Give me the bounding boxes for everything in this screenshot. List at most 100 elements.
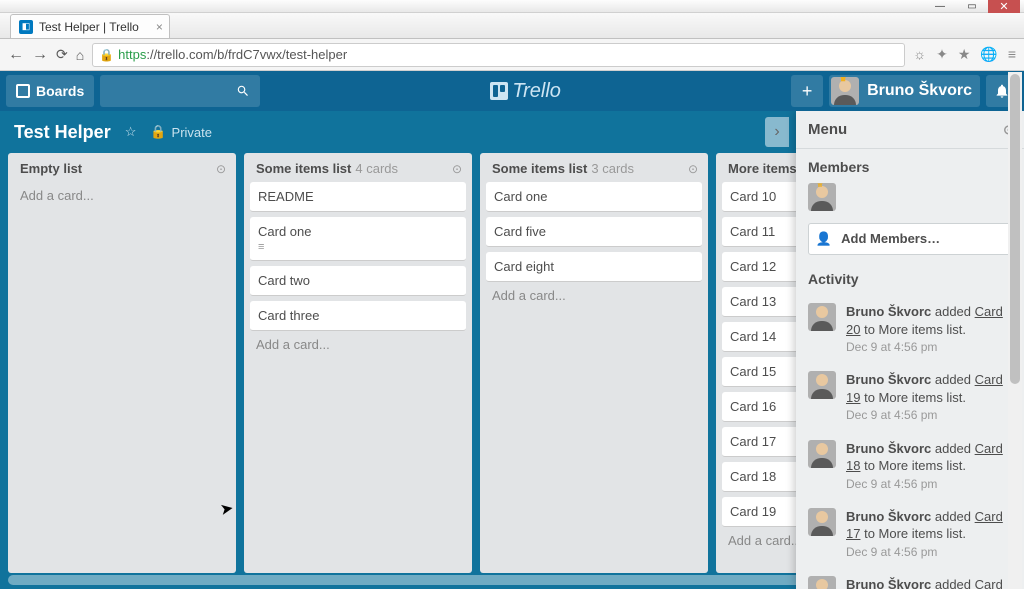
cards-container: Card one Card five Card eight — [486, 182, 702, 282]
url-bar[interactable]: 🔒 https ://trello.com/b/frdC7vwx/test-he… — [92, 43, 905, 67]
plus-icon: 👤 — [816, 231, 832, 247]
board-name[interactable]: Test Helper — [14, 122, 111, 143]
ext-translate-icon[interactable]: 🌐 — [980, 46, 997, 63]
tab-strip: ◧ Test Helper | Trello × — [0, 13, 1024, 39]
privacy-text: Private — [172, 125, 212, 140]
list-menu-icon[interactable]: ⊙ — [452, 162, 462, 176]
privacy-indicator[interactable]: 🔒 Private — [150, 124, 212, 140]
window-controls: — ▭ ✕ — [0, 0, 1024, 13]
activity-avatar[interactable] — [808, 576, 838, 589]
list-header[interactable]: Some items list 3 cards ⊙ — [486, 159, 702, 182]
card[interactable]: Card eight — [486, 252, 702, 282]
trello-favicon: ◧ — [19, 20, 33, 34]
activity-title: Activity — [808, 271, 1012, 287]
menu-body: Members ♛ 👤 Add Members… Activity Bruno … — [796, 149, 1024, 589]
extension-icons: ☼ ✦ ★ 🌐 ≡ — [913, 46, 1016, 63]
user-menu-button[interactable]: ♛ Bruno Škvorc — [829, 75, 980, 107]
list-menu-icon[interactable]: ⊙ — [216, 162, 226, 176]
list-header[interactable]: Some items list 4 cards ⊙ — [250, 159, 466, 182]
user-avatar: ♛ — [831, 77, 859, 105]
list-header[interactable]: Empty list ⊙ — [14, 159, 230, 182]
page-scrollbar-thumb[interactable] — [1010, 74, 1020, 384]
activity-time: Dec 9 at 4:56 pm — [846, 407, 1012, 423]
add-button[interactable]: + — [791, 75, 823, 107]
card[interactable]: Card three — [250, 301, 466, 331]
activity-avatar[interactable] — [808, 440, 838, 470]
nav-arrows: ← → — [8, 46, 48, 64]
activity-item: Bruno Škvorc added Card — [808, 568, 1012, 589]
maximize-button[interactable]: ▭ — [956, 0, 988, 13]
cards-container: README Card one≡ Card two Card three — [250, 182, 466, 331]
activity-item: Bruno Škvorc added Card 17 to More items… — [808, 500, 1012, 568]
browser-toolbar: ← → ⟳ ⌂ 🔒 https ://trello.com/b/frdC7vwx… — [0, 39, 1024, 71]
members-title: Members — [808, 159, 1012, 175]
boards-button[interactable]: Boards — [6, 75, 94, 107]
user-name: Bruno Škvorc — [867, 82, 972, 100]
menu-panel: Menu ⊙ Members ♛ 👤 Add Members… Activity… — [796, 111, 1024, 589]
card[interactable]: README — [250, 182, 466, 212]
tab-close-icon[interactable]: × — [156, 20, 163, 34]
card[interactable]: Card five — [486, 217, 702, 247]
activity-item: Bruno Škvorc added Card 20 to More items… — [808, 295, 1012, 363]
show-menu-button[interactable]: › — [765, 117, 789, 147]
list-count: 3 cards — [591, 161, 634, 176]
scrollbar-thumb[interactable] — [8, 575, 895, 585]
ext-icon[interactable]: ☼ — [913, 46, 926, 63]
activity-avatar[interactable] — [808, 371, 838, 401]
minimize-button[interactable]: — — [924, 0, 956, 13]
lock-icon: 🔒 — [150, 124, 166, 140]
member-avatar[interactable]: ♛ — [808, 183, 838, 213]
card[interactable]: Card two — [250, 266, 466, 296]
activity-avatar[interactable] — [808, 303, 838, 333]
list-title: Some items list — [256, 161, 351, 176]
back-button[interactable]: ← — [8, 46, 24, 64]
add-card-button[interactable]: Add a card... — [250, 331, 466, 354]
search-box[interactable] — [100, 75, 260, 107]
list-title: Some items list — [492, 161, 587, 176]
home-button[interactable]: ⌂ — [76, 47, 84, 63]
lock-icon: 🔒 — [99, 48, 114, 62]
url-path: ://trello.com/b/frdC7vwx/test-helper — [146, 47, 347, 62]
star-icon[interactable]: ☆ — [125, 124, 137, 140]
ext-icon[interactable]: ✦ — [936, 46, 948, 63]
activity-text: Bruno Škvorc added Card 20 to More items… — [846, 303, 1012, 355]
trello-logo-icon — [490, 82, 508, 100]
add-card-button[interactable]: Add a card... — [486, 282, 702, 305]
card[interactable]: Card one≡ — [250, 217, 466, 261]
activity-text: Bruno Škvorc added Card — [846, 576, 1003, 589]
menu-title: Menu — [808, 121, 847, 138]
activity-list: Bruno Škvorc added Card 20 to More items… — [808, 295, 1012, 589]
activity-text: Bruno Škvorc added Card 17 to More items… — [846, 508, 1012, 560]
forward-button[interactable]: → — [32, 46, 48, 64]
list-menu-icon[interactable]: ⊙ — [688, 162, 698, 176]
page-scrollbar[interactable] — [1008, 72, 1022, 589]
close-button[interactable]: ✕ — [988, 0, 1020, 13]
activity-card-link[interactable]: Card — [975, 577, 1003, 589]
activity-text: Bruno Škvorc added Card 19 to More items… — [846, 371, 1012, 423]
activity-text: Bruno Škvorc added Card 18 to More items… — [846, 440, 1012, 492]
trello-logo[interactable]: Trello — [266, 80, 785, 103]
activity-time: Dec 9 at 4:56 pm — [846, 544, 1012, 560]
url-protocol: https — [118, 47, 146, 62]
trello-logo-text: Trello — [512, 80, 561, 103]
boards-label: Boards — [36, 83, 84, 99]
tab-title: Test Helper | Trello — [39, 20, 139, 34]
browser-tab[interactable]: ◧ Test Helper | Trello × — [10, 14, 170, 38]
list: Empty list ⊙ Add a card... — [8, 153, 236, 573]
boards-icon — [16, 84, 30, 98]
ext-icon[interactable]: ★ — [958, 46, 971, 63]
list-title: Empty list — [20, 161, 82, 176]
chrome-menu-icon[interactable]: ≡ — [1008, 46, 1016, 63]
card[interactable]: Card one — [486, 182, 702, 212]
activity-item: Bruno Škvorc added Card 19 to More items… — [808, 363, 1012, 431]
add-card-button[interactable]: Add a card... — [14, 182, 230, 205]
activity-section: Activity Bruno Škvorc added Card 20 to M… — [808, 271, 1012, 589]
list: Some items list 3 cards ⊙ Card one Card fiv… — [480, 153, 708, 573]
board-area: Test Helper ☆ 🔒 Private › Empty list ⊙ Add… — [0, 111, 1024, 589]
description-badge-icon: ≡ — [258, 241, 458, 253]
activity-avatar[interactable] — [808, 508, 838, 538]
add-members-button[interactable]: 👤 Add Members… — [808, 223, 1012, 255]
reload-button[interactable]: ⟳ — [56, 46, 68, 63]
list-count: 4 cards — [355, 161, 398, 176]
add-members-label: Add Members… — [841, 231, 940, 246]
